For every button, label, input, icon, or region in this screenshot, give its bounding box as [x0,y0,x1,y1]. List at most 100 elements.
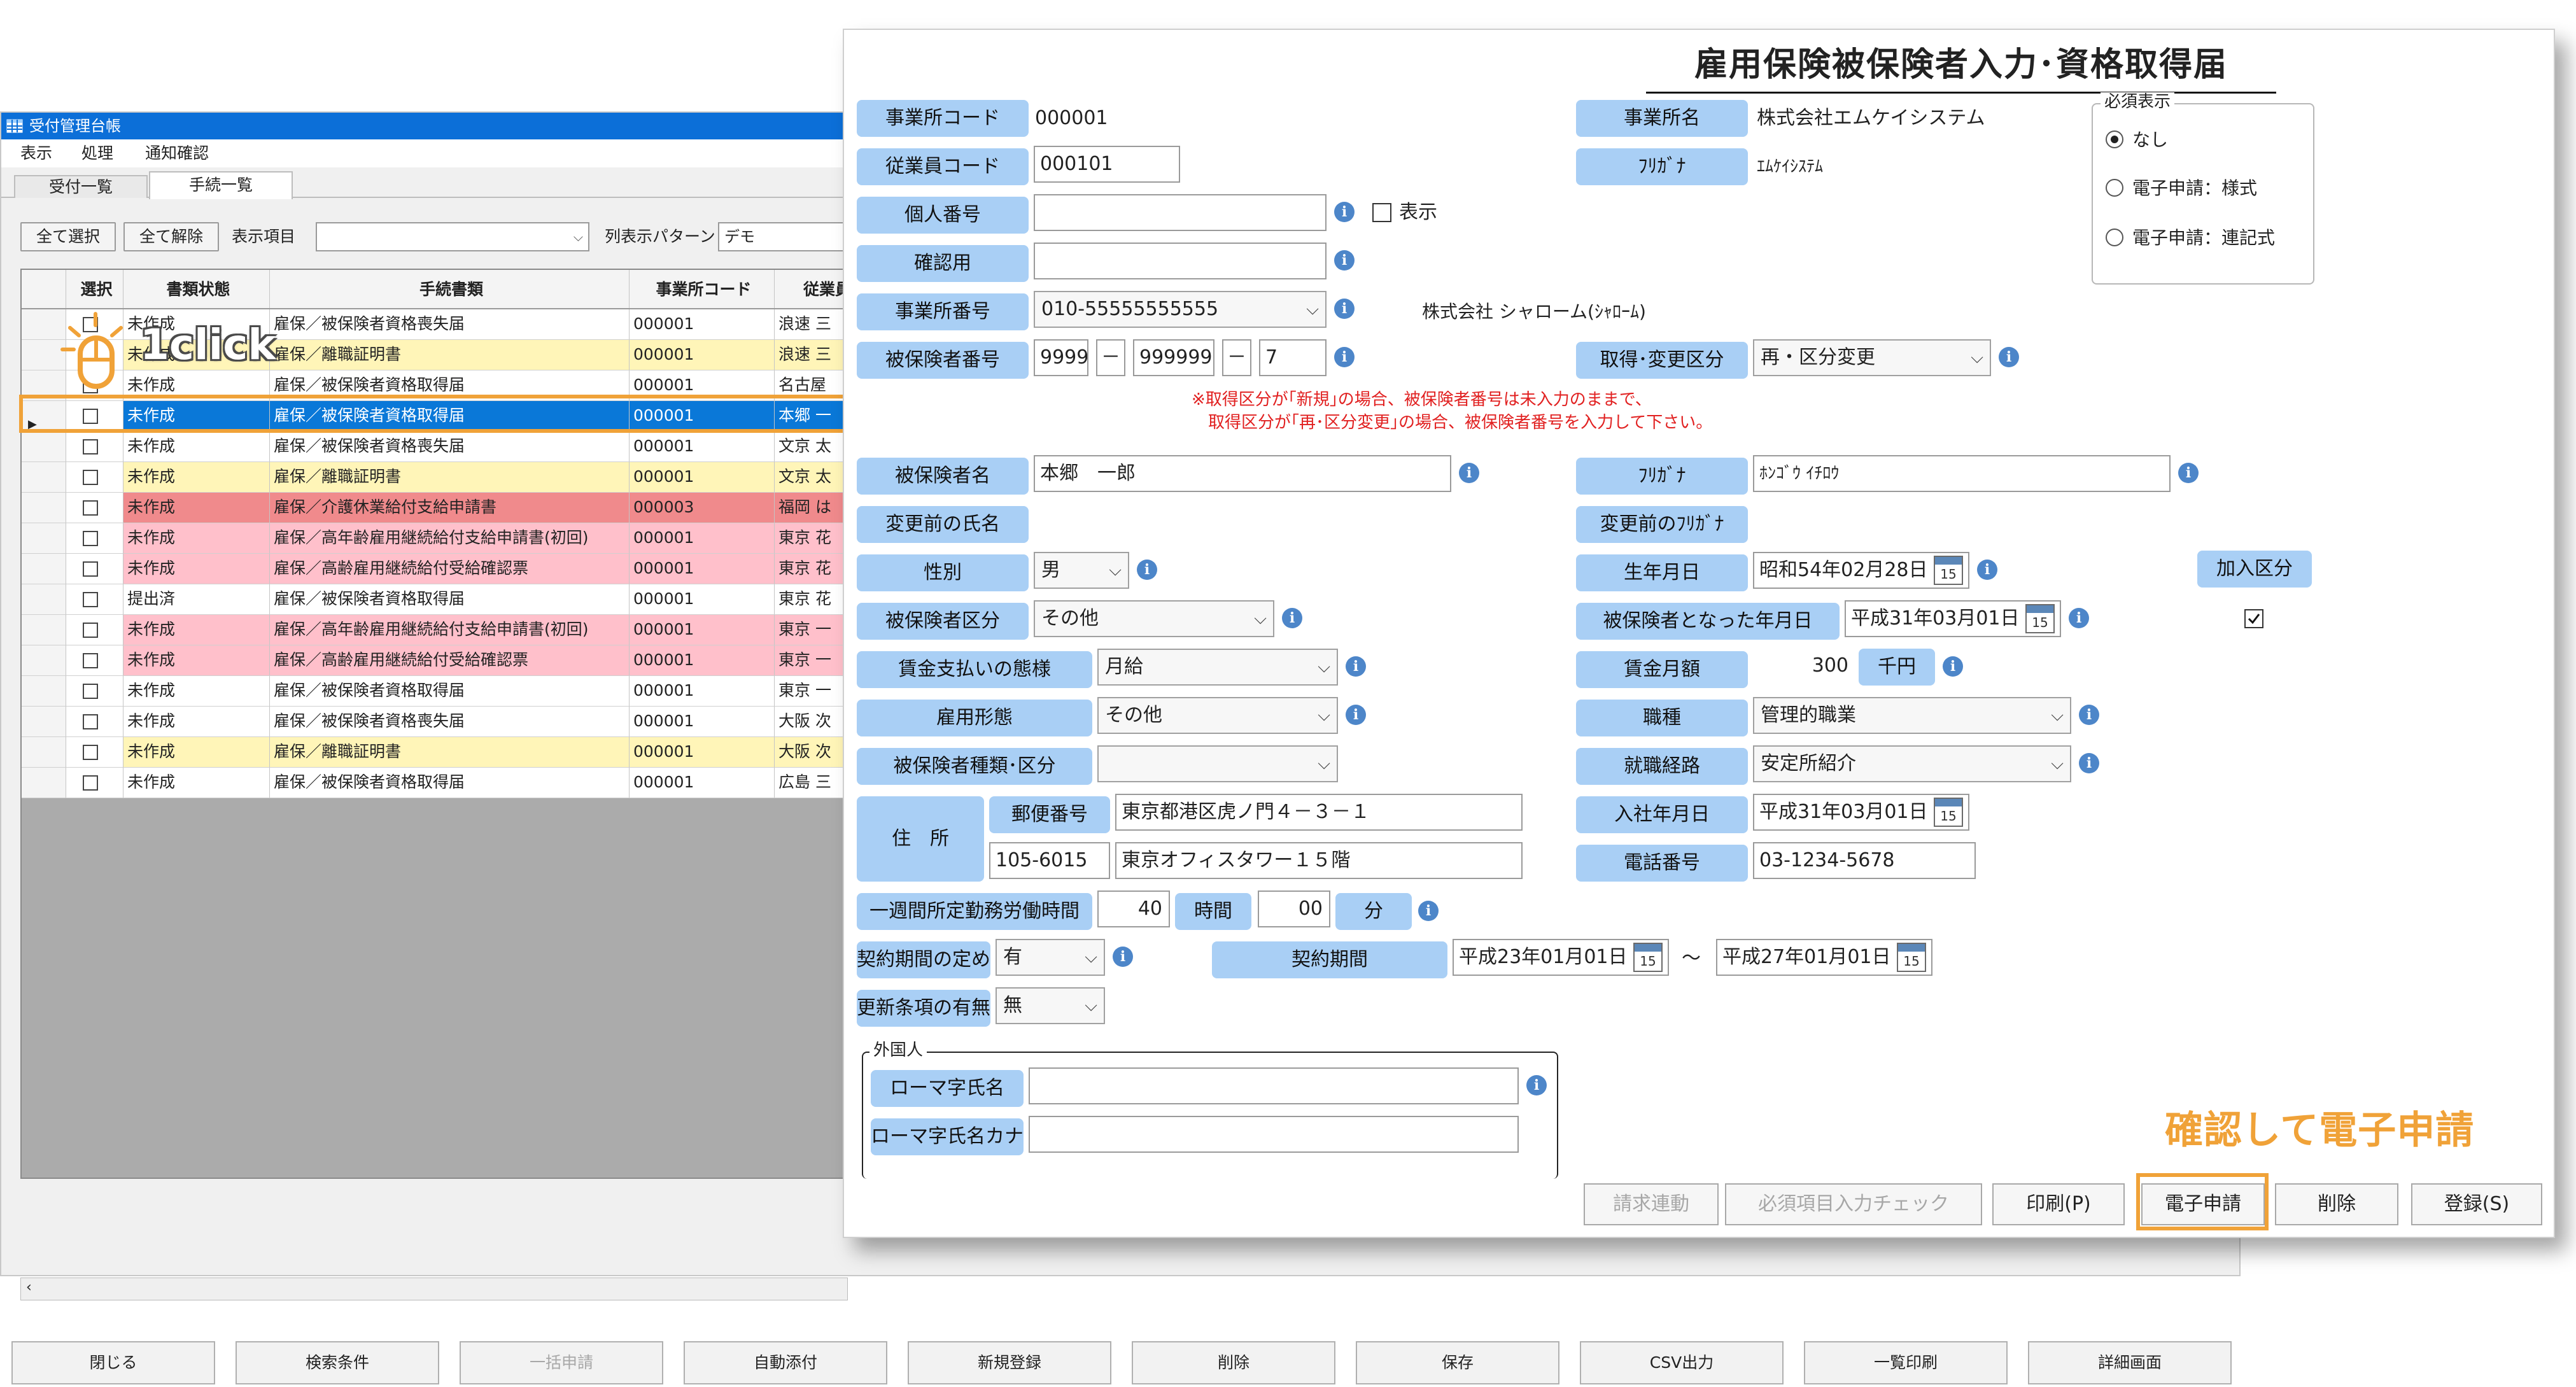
confirm-input[interactable] [1034,243,1327,279]
insured-number-part3[interactable]: 7 [1259,339,1327,376]
table-row[interactable]: 未作成 雇保／離職証明書 000001 文京 太 [22,462,847,493]
menu-view[interactable]: 表示 [17,139,56,167]
phone-input[interactable]: 03-1234-5678 [1753,842,1976,879]
radio-e-apply-form[interactable] [2106,179,2123,197]
deselect-all-button[interactable]: 全て解除 [123,222,219,251]
show-number-checkbox[interactable] [1372,203,1391,222]
row-checkbox[interactable] [83,714,98,729]
info-icon[interactable]: i [1334,299,1355,319]
row-checkbox[interactable] [83,439,98,454]
row-header[interactable] [22,584,66,615]
row-checkbox[interactable] [83,745,98,760]
row-checkbox[interactable] [83,684,98,699]
detail-view-button[interactable]: 詳細画面 [2028,1341,2232,1384]
table-row[interactable]: 未作成 雇保／被保険者資格喪失届 000001 文京 太 [22,432,847,462]
table-row[interactable]: 未作成 雇保／被保険者資格取得届 000001 東京 一 [22,676,847,707]
info-icon[interactable]: i [1334,347,1355,367]
row-checkbox[interactable] [83,561,98,577]
select-all-button[interactable]: 全て選択 [20,222,116,251]
menu-process[interactable]: 処理 [78,139,117,167]
contract-term-select[interactable]: 有 ⌵ [996,939,1105,976]
row-header[interactable] [22,554,66,584]
table-row[interactable]: 未作成 雇保／被保険者資格取得届 000001 広島 三 [22,768,847,798]
wage-payment-select[interactable]: 月給 ⌵ [1097,649,1338,686]
calendar-icon[interactable]: 15 [1633,943,1663,972]
address-line2-input[interactable]: 東京オフィスタワー１５階 [1115,842,1523,879]
renewal-select[interactable]: 無 ⌵ [996,987,1105,1024]
wage-monthly-input[interactable]: 300 [1753,649,1855,686]
insured-kind-select[interactable]: ⌵ [1097,745,1338,782]
info-icon[interactable]: i [1334,202,1355,222]
insured-number-part1[interactable]: 9999 [1034,339,1088,376]
table-row[interactable]: 未作成 雇保／介護休業給付支給申請書 000003 福岡 は [22,493,847,523]
info-icon[interactable]: i [2178,463,2199,483]
row-header[interactable] [22,493,66,523]
info-icon[interactable]: i [1346,656,1366,677]
calendar-icon[interactable]: 15 [1934,556,1963,585]
insured-name-input[interactable]: 本郷 一郎 [1034,455,1451,492]
table-row[interactable]: 未作成 雇保／離職証明書 000001 大阪 次 [22,737,847,768]
billing-link-button[interactable]: 請求連動 [1584,1183,1719,1225]
personal-number-input[interactable] [1034,194,1327,231]
table-row[interactable]: 提出済 雇保／被保険者資格取得届 000001 東京 花 [22,584,847,615]
row-header[interactable] [22,768,66,798]
info-icon[interactable]: i [1137,560,1157,580]
tab-reception-list[interactable]: 受付一覧 [14,175,148,198]
radio-e-apply-multi[interactable] [2106,229,2123,246]
register-button[interactable]: 登録(S) [2411,1183,2542,1225]
bulk-apply-button[interactable]: 一括申請 [460,1341,663,1384]
calendar-icon[interactable]: 15 [1934,798,1963,827]
row-checkbox[interactable] [83,623,98,638]
office-number-select[interactable]: 010-55555555555 ⌵ [1034,291,1327,328]
occupation-select[interactable]: 管理的職業 ⌵ [1753,697,2071,734]
display-items-select[interactable]: ⌵ [316,222,589,251]
employment-type-select[interactable]: その他 ⌵ [1097,697,1338,734]
info-icon[interactable]: i [1526,1075,1547,1095]
row-checkbox[interactable] [83,500,98,516]
info-icon[interactable]: i [1977,560,1997,580]
row-header[interactable] [22,645,66,676]
new-register-button[interactable]: 新規登録 [908,1341,1111,1384]
row-header[interactable] [22,707,66,737]
row-header[interactable] [22,432,66,462]
search-conditions-button[interactable]: 検索条件 [236,1341,439,1384]
row-header[interactable] [22,462,66,493]
list-delete-button[interactable]: 削除 [1132,1341,1335,1384]
horizontal-scrollbar[interactable]: ‹ [20,1278,848,1300]
info-icon[interactable]: i [1943,656,1963,677]
roman-kana-input[interactable] [1029,1116,1519,1153]
csv-export-button[interactable]: CSV出力 [1580,1341,1784,1384]
roman-name-input[interactable] [1029,1067,1519,1104]
row-header[interactable] [22,676,66,707]
employee-code-input[interactable]: 000101 [1034,146,1180,183]
table-row[interactable]: 未作成 雇保／高年齢雇用継続給付支給申請書(初回) 000001 東京 一 [22,615,847,645]
list-print-button[interactable]: 一覧印刷 [1804,1341,2008,1384]
insured-category-select[interactable]: その他 ⌵ [1034,600,1274,637]
save-button[interactable]: 保存 [1356,1341,1559,1384]
acquisition-type-select[interactable]: 再・区分変更 ⌵ [1753,339,1991,376]
join-category-checkbox[interactable] [2244,609,2263,628]
info-icon[interactable]: i [2079,705,2099,725]
row-checkbox[interactable] [83,470,98,485]
required-check-button[interactable]: 必須項目入力チェック [1725,1183,1982,1225]
chevron-left-icon[interactable]: ‹ [26,1279,32,1295]
table-row[interactable]: 未作成 雇保／高齢雇用継続給付受給確認票 000001 東京 一 [22,645,847,676]
postal-code-input[interactable]: 105-6015 [989,842,1110,879]
menu-notification[interactable]: 通知確認 [141,139,213,167]
print-button[interactable]: 印刷(P) [1992,1183,2125,1225]
row-checkbox[interactable] [83,653,98,668]
table-row[interactable]: 未作成 雇保／高年齢雇用継続給付支給申請書(初回) 000001 東京 花 [22,523,847,554]
info-icon[interactable]: i [1282,608,1302,628]
row-checkbox[interactable] [83,775,98,791]
tab-procedure-list[interactable]: 手続一覧 [149,171,293,199]
info-icon[interactable]: i [1999,347,2019,367]
address-line1-input[interactable]: 東京都港区虎ノ門４－３－１ [1115,794,1523,831]
auto-attach-button[interactable]: 自動添付 [684,1341,887,1384]
info-icon[interactable]: i [2069,608,2089,628]
insured-kana-input[interactable]: ﾎﾝｺﾞｳ ｲﾁﾛｳ [1753,455,2171,492]
info-icon[interactable]: i [1113,947,1133,967]
weekly-minutes-input[interactable]: 00 [1258,891,1330,927]
info-icon[interactable]: i [1334,250,1355,271]
weekly-hours-input[interactable]: 40 [1097,891,1170,927]
calendar-icon[interactable]: 15 [2025,604,2055,633]
